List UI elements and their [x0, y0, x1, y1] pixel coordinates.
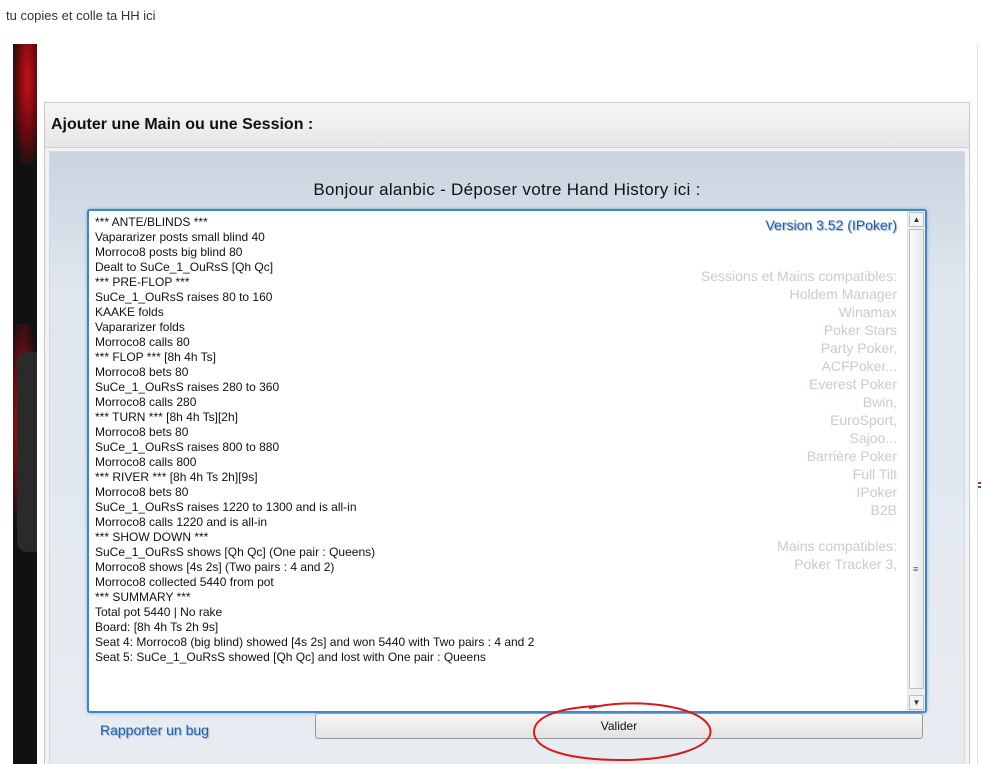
upload-area: Bonjour alanbic - Déposer votre Hand His…: [49, 151, 965, 764]
vertical-scrollbar[interactable]: ▲ ≡ ▼: [907, 211, 925, 711]
compatibility-item: Winamax: [838, 304, 897, 320]
hand-history-line: SuCe_1_OuRsS raises 1220 to 1300 and is …: [95, 500, 357, 514]
compatibility-list: Sessions et Mains compatibles: Holdem Man…: [637, 267, 897, 573]
scrollbar-thumb[interactable]: ≡: [909, 229, 924, 689]
compatibility-item: Sajoo...: [849, 430, 897, 446]
compatibility-item: Poker Tracker 3,: [794, 556, 897, 572]
hand-history-line: Morroco8 calls 280: [95, 395, 197, 409]
hand-history-line: Morroco8 calls 800: [95, 455, 197, 469]
hand-history-line: Seat 5: SuCe_1_OuRsS showed [Qh Qc] and …: [95, 650, 486, 664]
hand-history-textarea[interactable]: *** ANTE/BLINDS *** Vapararizer posts sma…: [87, 209, 927, 713]
compatibility-item: Party Poker,: [820, 340, 897, 356]
hand-history-line: Dealt to SuCe_1_OuRsS [Qh Qc]: [95, 260, 274, 274]
red-circle-annotation: [532, 702, 712, 762]
hand-history-line: Board: [8h 4h Ts 2h 9s]: [95, 620, 219, 634]
compatibility-item: Mains compatibles:: [777, 538, 897, 554]
compatibility-item: Bwin,: [862, 394, 897, 410]
hand-history-line: SuCe_1_OuRsS raises 280 to 360: [95, 380, 280, 394]
hand-history-line: Morroco8 collected 5440 from pot: [95, 575, 274, 589]
compatibility-item: Poker Stars: [823, 322, 897, 338]
right-edge-marks: [978, 482, 982, 490]
hand-history-text: *** ANTE/BLINDS *** Vapararizer posts sma…: [95, 215, 534, 665]
hand-history-line: Morroco8 bets 80: [95, 365, 189, 379]
hand-history-line: Morroco8 calls 1220 and is all-in: [95, 515, 268, 529]
compatibility-item: IPoker: [856, 484, 897, 500]
report-bug-link[interactable]: Rapporter un bug: [100, 722, 209, 738]
add-hand-panel: Ajouter une Main ou une Session : Bonjou…: [44, 102, 970, 764]
intro-text: tu copies et colle ta HH ici: [6, 8, 156, 23]
page: tu copies et colle ta HH ici Ajouter une…: [0, 0, 982, 764]
background-notch: [17, 352, 37, 552]
panel-title: Ajouter une Main ou une Session :: [45, 103, 969, 148]
hand-history-line: *** ANTE/BLINDS ***: [95, 215, 208, 229]
background-red-glow-top: [13, 44, 37, 164]
hand-history-line: Seat 4: Morroco8 (big blind) showed [4s …: [95, 635, 535, 649]
right-edge-line: [977, 44, 978, 764]
hand-history-line: *** FLOP *** [8h 4h Ts]: [95, 350, 216, 364]
hand-history-line: Morroco8 shows [4s 2s] (Two pairs : 4 an…: [95, 560, 335, 574]
hand-history-line: KAAKE folds: [95, 305, 164, 319]
hand-history-line: Morroco8 bets 80: [95, 425, 189, 439]
arrow-up-icon[interactable]: ▲: [909, 212, 924, 227]
compatibility-item: B2B: [870, 502, 897, 518]
version-label: Version 3.52 (IPoker): [765, 217, 897, 233]
greeting-text: Bonjour alanbic - Déposer votre Hand His…: [313, 180, 701, 199]
compatibility-item: Everest Poker: [809, 376, 897, 392]
compatibility-item: Holdem Manager: [789, 286, 897, 302]
hand-history-line: Morroco8 calls 80: [95, 335, 190, 349]
hand-history-line: Morroco8 bets 80: [95, 485, 189, 499]
compatibility-item: Full Tilt: [852, 466, 897, 482]
hand-history-line: Vapararizer posts small blind 40: [95, 230, 265, 244]
hand-history-line: SuCe_1_OuRsS raises 800 to 880: [95, 440, 280, 454]
hand-history-line: *** SHOW DOWN ***: [95, 530, 209, 544]
background-image-strip: [13, 44, 37, 764]
hand-history-line: SuCe_1_OuRsS raises 80 to 160: [95, 290, 273, 304]
arrow-down-icon[interactable]: ▼: [909, 695, 924, 710]
compatibility-item: ACFPoker...: [821, 358, 897, 374]
compatibility-item: Barrière Poker: [806, 448, 897, 464]
hand-history-line: *** PRE-FLOP ***: [95, 275, 190, 289]
compatibility-item: [637, 519, 897, 537]
compatibility-item: Sessions et Mains compatibles:: [700, 268, 897, 284]
hand-history-line: Total pot 5440 | No rake: [95, 605, 223, 619]
hand-history-line: SuCe_1_OuRsS shows [Qh Qc] (One pair : Q…: [95, 545, 376, 559]
hand-history-line: *** RIVER *** [8h 4h Ts 2h][9s]: [95, 470, 258, 484]
hand-history-line: *** SUMMARY ***: [95, 590, 191, 604]
hand-history-line: *** TURN *** [8h 4h Ts][2h]: [95, 410, 238, 424]
hand-history-line: Morroco8 posts big blind 80: [95, 245, 243, 259]
scroll-grip-icon: ≡: [913, 564, 919, 574]
compatibility-item: EuroSport,: [830, 412, 897, 428]
hand-history-line: Vapararizer folds: [95, 320, 185, 334]
